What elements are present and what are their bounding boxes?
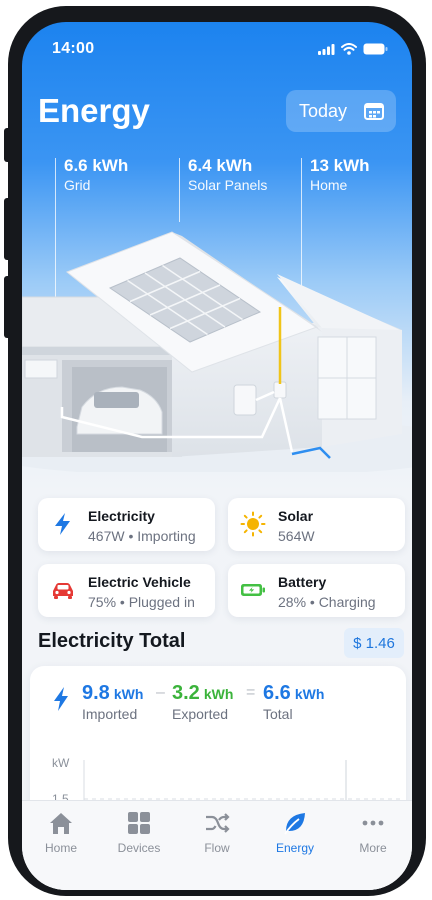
ev-card[interactable]: Electric Vehicle 75% • Plugged in [38,564,215,617]
car-icon [53,583,73,599]
silent-switch [4,128,9,162]
stat-home-label: Home [310,177,348,193]
tab-energy[interactable]: Energy [256,811,334,855]
lightning-icon [55,513,70,535]
house-illustration [22,231,412,472]
signal-icon [318,44,335,55]
stat-solar: 6.4 kWh Solar Panels [179,156,267,193]
grid-icon [128,812,150,834]
app-screen: 14:00 Energy Today 6.6 kWh Grid 6.4 kWh … [22,22,412,890]
tab-home[interactable]: Home [22,811,100,855]
sun-icon [240,511,266,537]
stat-grid-label: Grid [64,177,91,193]
more-icon [362,820,384,826]
solar-card[interactable]: Solar 564W [228,498,405,551]
solar-title: Solar [278,508,314,524]
tab-home-label: Home [44,841,77,855]
battery-subtitle: 28% • Charging [278,594,376,610]
tab-bar: Home Devices Flow Energy More [22,800,412,890]
stat-solar-value: 6.4 kWh [188,156,253,175]
stat-home: 13 kWh Home [301,156,370,193]
cost-badge[interactable]: $ 1.46 [344,628,404,658]
home-icon [50,813,72,834]
wifi-icon [341,43,357,55]
status-time: 14:00 [52,40,95,57]
ev-subtitle: 75% • Plugged in [88,594,195,610]
tab-flow-label: Flow [204,841,230,855]
electricity-total-title: Electricity Total [38,630,186,652]
electricity-card[interactable]: Electricity 467W • Importing [38,498,215,551]
period-selector-button[interactable]: Today [286,90,396,132]
tab-more-label: More [359,841,387,855]
stat-grid: 6.6 kWh Grid [55,156,128,193]
ev-title: Electric Vehicle [88,574,191,590]
battery-status-icon [363,43,388,55]
stat-solar-label: Solar Panels [188,177,268,193]
battery-icon [241,584,265,596]
tab-flow[interactable]: Flow [178,811,256,855]
tab-devices[interactable]: Devices [100,811,178,855]
solar-subtitle: 564W [278,528,315,544]
status-bar: 14:00 [52,40,388,60]
leaf-icon [284,813,305,835]
tab-energy-label: Energy [275,841,315,855]
electricity-subtitle: 467W • Importing [88,528,196,544]
battery-title: Battery [278,574,327,590]
period-label: Today [299,100,348,121]
calendar-icon [364,103,384,120]
page-title: Energy [38,92,150,129]
volume-up-button [4,198,9,260]
status-icons [318,43,388,55]
volume-down-button [4,276,9,338]
battery-card[interactable]: Battery 28% • Charging [228,564,405,617]
shuffle-icon [206,813,230,833]
tab-more[interactable]: More [334,811,412,855]
stat-home-value: 13 kWh [310,156,370,175]
stat-grid-value: 6.6 kWh [64,156,129,175]
electricity-title: Electricity [88,508,155,524]
tab-devices-label: Devices [117,841,161,855]
